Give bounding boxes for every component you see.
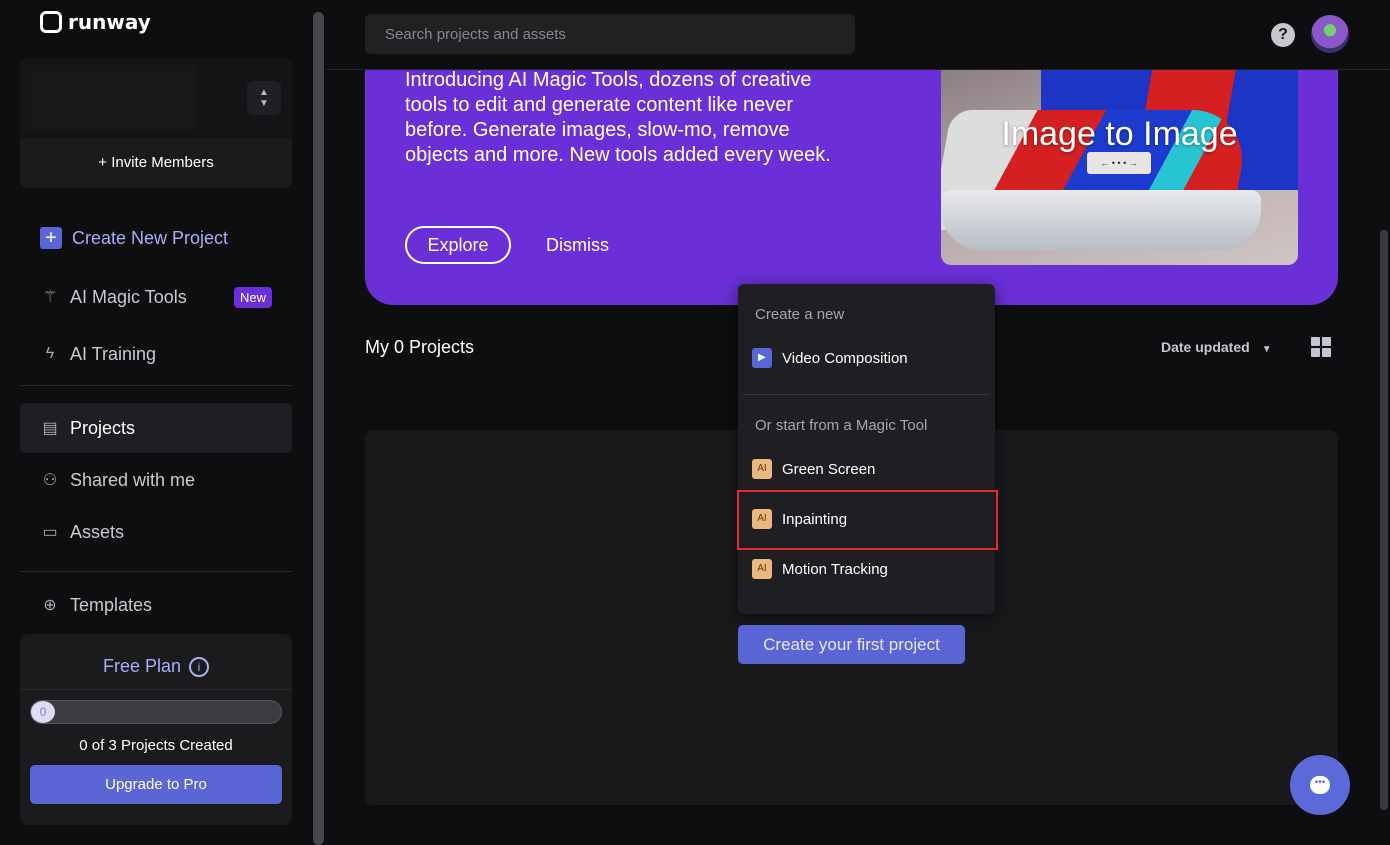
sort-dropdown[interactable]: Date updated ▼ [1161,339,1272,355]
ai-icon: AI [752,459,772,479]
sidebar-item-shared[interactable]: ⚇ Shared with me [20,455,292,505]
lightning-icon: ϟ [45,345,55,362]
menu-divider [743,394,990,395]
menu-item-green-screen[interactable]: AI Green Screen [752,457,875,481]
grid-view-icon[interactable] [1311,337,1331,357]
banner-text: Introducing AI Magic Tools, dozens of cr… [405,69,831,166]
sort-label: Date updated [1161,339,1250,355]
image-title: Image to Image [1001,115,1238,153]
create-new-project-button[interactable]: + Create New Project [20,213,292,263]
sidebar-item-ai-training[interactable]: ϟ AI Training [20,329,292,379]
sidebar-item-assets[interactable]: ▭ Assets [20,507,292,557]
sidebar-item-templates[interactable]: ⊕ Templates [20,580,292,630]
menu-header-new: Create a new [755,306,845,323]
sidebar-scrollbar[interactable] [313,12,324,845]
highlight-box [737,490,998,550]
image-controls: ← • • • → [1087,152,1151,174]
sidebar: runway ▲ ▼ + Invite Members + Create New P… [0,0,312,845]
play-icon: ▶ [752,348,772,368]
top-bar: ? [326,0,1390,70]
label: Projects [70,417,136,438]
projects-created-text: 0 of 3 Projects Created [79,737,233,754]
label: Video Composition [782,349,908,367]
projects-icon: ▤ [42,420,58,437]
info-icon[interactable]: i [189,657,210,678]
ai-icon: AI [752,559,772,579]
label: Green Screen [782,460,876,478]
plan-name: Free Plan [102,656,182,676]
plan-card: Free Plan i 0 0 of 3 Projects Created Upg… [20,634,292,825]
team-switch-chevron-icon[interactable]: ▲ ▼ [247,81,281,115]
explore-button[interactable]: Explore [405,226,511,264]
plan-title: Free Plan i [20,656,292,678]
label: AI Training [70,343,157,364]
sidebar-item-projects[interactable]: ▤ Projects [20,403,292,453]
create-label: Create New Project [72,227,229,248]
projects-title: My 0 Projects [365,337,475,357]
users-icon: ⚇ [42,472,58,489]
create-project-menu: Create a new ▶ Video Composition Or start… [738,284,995,614]
team-name-redacted [25,65,197,130]
menu-header-magic: Or start from a Magic Tool [755,417,928,434]
projects-progress-bar: 0 [30,700,282,724]
invite-members-button[interactable]: + Invite Members [20,154,292,171]
team-header: ▲ ▼ [20,58,292,138]
menu-item-video-composition[interactable]: ▶ Video Composition [752,346,908,370]
divider [20,571,292,572]
divider [20,385,292,386]
globe-icon: ⊕ [43,597,57,614]
new-badge: New [233,286,272,308]
runway-logo-icon [40,11,62,33]
search-input[interactable] [365,14,855,54]
label: Templates [70,594,153,615]
create-first-project-button[interactable]: Create your first project [738,625,965,664]
divider [20,689,292,690]
plus-icon: + [40,227,62,249]
avatar[interactable] [1311,15,1349,53]
chat-button[interactable]: ••• [1290,755,1350,815]
runway-logo[interactable]: runway [40,10,151,34]
label: AI Magic Tools [70,286,187,307]
menu-item-motion-tracking[interactable]: AI Motion Tracking [752,557,888,581]
sidebar-item-ai-magic-tools[interactable]: ⚚ AI Magic Tools New [20,272,292,322]
team-switcher: ▲ ▼ + Invite Members [20,58,292,188]
folder-icon: ▭ [42,524,58,541]
label: Motion Tracking [782,560,888,578]
shoe-sole [941,190,1261,250]
label: Shared with me [70,469,196,490]
magic-tools-banner: Introducing AI Magic Tools, dozens of cr… [365,69,1338,305]
label: Assets [70,521,125,542]
magic-wand-icon: ⚚ [42,289,58,306]
banner-image: Image to Image ← • • • → [941,70,1298,265]
upgrade-button[interactable]: Upgrade to Pro [30,765,282,804]
progress-value: 0 [31,701,55,723]
brand-name: runway [68,10,151,34]
chevron-down-icon: ▼ [1261,344,1272,355]
chat-icon: ••• [1310,776,1330,794]
help-icon[interactable]: ? [1271,23,1295,47]
main-scrollbar[interactable] [1380,230,1388,810]
dismiss-button[interactable]: Dismiss [546,235,609,256]
